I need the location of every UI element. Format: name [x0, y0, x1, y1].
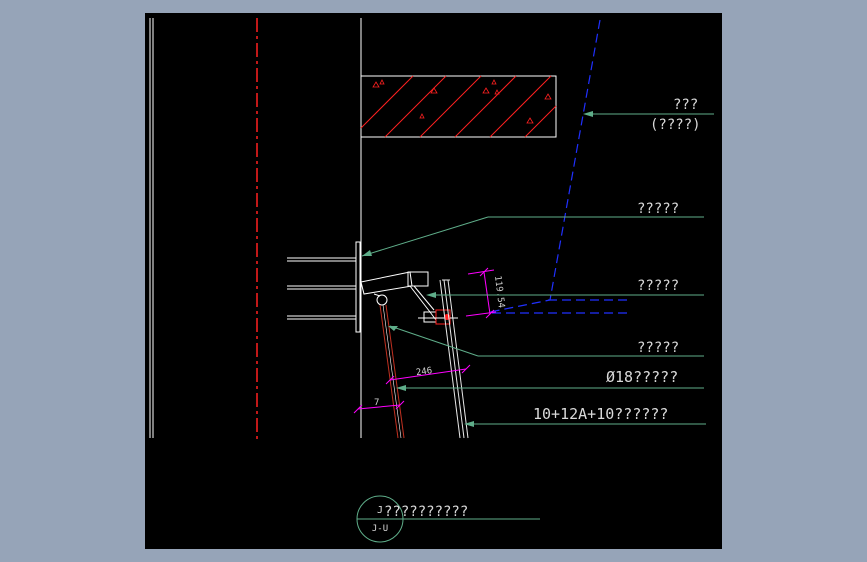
label-1a: ???: [673, 97, 698, 113]
detail-reference: J-U: [372, 524, 388, 534]
label-1b: (????): [650, 117, 701, 133]
label-4: ?????: [637, 340, 679, 356]
label-6: 10+12A+10??????: [533, 405, 668, 423]
detail-number: J: [377, 505, 383, 516]
label-3: ?????: [637, 278, 679, 294]
label-2: ?????: [637, 201, 679, 217]
label-5: Ø18?????: [606, 368, 678, 386]
detail-title: ??????????: [384, 504, 468, 520]
dimension-offset: 7: [374, 398, 379, 408]
cad-drawing-viewport: 119.54 246 7 ??? (????) ????? ????? ????…: [145, 13, 722, 549]
